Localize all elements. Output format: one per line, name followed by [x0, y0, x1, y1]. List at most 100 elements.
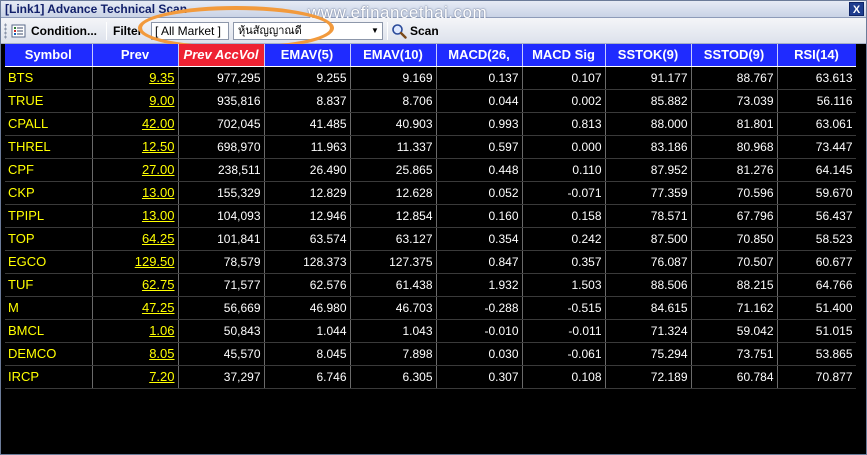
- sstod-cell: 88.215: [691, 273, 778, 297]
- prev-price-link[interactable]: 27.00: [92, 158, 179, 182]
- table-row[interactable]: CPF 27.00 238,511 26.490 25.865 0.448 0.110 87.…: [5, 158, 857, 182]
- prev-price-link[interactable]: 1.06: [92, 319, 179, 343]
- emav5-cell: 41.485: [264, 112, 351, 136]
- toolbar-separator: [387, 22, 388, 40]
- toolbar-separator: [106, 22, 107, 40]
- column-header-prev[interactable]: Prev: [92, 44, 179, 67]
- sstok-cell: 88.506: [605, 273, 692, 297]
- sstok-cell: 72.189: [605, 365, 692, 389]
- emav10-cell: 8.706: [350, 89, 437, 113]
- rsi-cell: 63.613: [777, 66, 857, 90]
- symbol-cell: CKP: [5, 181, 93, 205]
- sstok-cell: 71.324: [605, 319, 692, 343]
- accvol-cell: 698,970: [178, 135, 265, 159]
- sstok-cell: 75.294: [605, 342, 692, 366]
- table-row[interactable]: TUF 62.75 71,577 62.576 61.438 1.932 1.503 88.5…: [5, 273, 857, 297]
- prev-price-link[interactable]: 7.20: [92, 365, 179, 389]
- prev-price-link[interactable]: 47.25: [92, 296, 179, 320]
- prev-price-link[interactable]: 129.50: [92, 250, 179, 274]
- table-row[interactable]: IRCP 7.20 37,297 6.746 6.305 0.307 0.108 72.189…: [5, 365, 857, 389]
- condition-label: Condition...: [31, 23, 97, 38]
- column-header-symbol[interactable]: Symbol: [5, 44, 93, 67]
- rsi-cell: 56.116: [777, 89, 857, 113]
- chevron-down-icon[interactable]: ▼: [369, 24, 381, 38]
- table-row[interactable]: CKP 13.00 155,329 12.829 12.628 0.052 -0.071 77…: [5, 181, 857, 205]
- table-row[interactable]: DEMCO 8.05 45,570 8.045 7.898 0.030 -0.061 75.2…: [5, 342, 857, 366]
- rsi-cell: 64.145: [777, 158, 857, 182]
- column-header-sstok[interactable]: SSTOK(9): [605, 44, 692, 67]
- column-header-emav5[interactable]: EMAV(5): [264, 44, 351, 67]
- condition-button[interactable]: Condition...: [11, 21, 97, 40]
- symbol-cell: CPF: [5, 158, 93, 182]
- sstok-cell: 87.500: [605, 227, 692, 251]
- accvol-cell: 45,570: [178, 342, 265, 366]
- table-row[interactable]: BTS 9.35 977,295 9.255 9.169 0.137 0.107 91.177…: [5, 66, 857, 90]
- emav10-cell: 12.628: [350, 181, 437, 205]
- symbol-cell: THREL: [5, 135, 93, 159]
- toolbar: Condition... Filter [ All Market ] หุ้นส…: [1, 18, 866, 44]
- toolbar-grip[interactable]: [4, 23, 7, 39]
- emav5-cell: 128.373: [264, 250, 351, 274]
- sstok-cell: 84.615: [605, 296, 692, 320]
- sstok-cell: 87.952: [605, 158, 692, 182]
- prev-price-link[interactable]: 42.00: [92, 112, 179, 136]
- scan-button[interactable]: Scan: [391, 21, 439, 41]
- macd-sig-cell: 0.107: [522, 66, 606, 90]
- table-row[interactable]: THREL 12.50 698,970 11.963 11.337 0.597 0.000 8…: [5, 135, 857, 159]
- conditions-list-icon: [11, 24, 26, 37]
- rsi-cell: 64.766: [777, 273, 857, 297]
- accvol-cell: 155,329: [178, 181, 265, 205]
- close-button[interactable]: X: [849, 2, 864, 16]
- emav5-cell: 12.946: [264, 204, 351, 228]
- accvol-cell: 50,843: [178, 319, 265, 343]
- prev-price-link[interactable]: 9.35: [92, 66, 179, 90]
- emav5-cell: 1.044: [264, 319, 351, 343]
- column-header-sstod[interactable]: SSTOD(9): [691, 44, 778, 67]
- emav5-cell: 6.746: [264, 365, 351, 389]
- prev-price-link[interactable]: 8.05: [92, 342, 179, 366]
- column-header-prev-accvol[interactable]: Prev AccVol: [178, 44, 265, 67]
- emav5-cell: 63.574: [264, 227, 351, 251]
- emav10-cell: 127.375: [350, 250, 437, 274]
- prev-price-link[interactable]: 64.25: [92, 227, 179, 251]
- symbol-cell: CPALL: [5, 112, 93, 136]
- column-header-macd[interactable]: MACD(26,: [436, 44, 523, 67]
- macd-sig-cell: 0.242: [522, 227, 606, 251]
- emav10-cell: 25.865: [350, 158, 437, 182]
- table-row[interactable]: TRUE 9.00 935,816 8.837 8.706 0.044 0.002 85.88…: [5, 89, 857, 113]
- emav10-cell: 63.127: [350, 227, 437, 251]
- prev-price-link[interactable]: 12.50: [92, 135, 179, 159]
- macd-cell: 0.052: [436, 181, 523, 205]
- table-row[interactable]: BMCL 1.06 50,843 1.044 1.043 -0.010 -0.011 71.3…: [5, 319, 857, 343]
- sstok-cell: 83.186: [605, 135, 692, 159]
- prev-price-link[interactable]: 13.00: [92, 181, 179, 205]
- column-header-emav10[interactable]: EMAV(10): [350, 44, 437, 67]
- prev-price-link[interactable]: 62.75: [92, 273, 179, 297]
- table-row[interactable]: TPIPL 13.00 104,093 12.946 12.854 0.160 0.158 7…: [5, 204, 857, 228]
- macd-cell: 0.044: [436, 89, 523, 113]
- emav10-cell: 46.703: [350, 296, 437, 320]
- sstok-cell: 88.000: [605, 112, 692, 136]
- table-row[interactable]: EGCO 129.50 78,579 128.373 127.375 0.847 0.357…: [5, 250, 857, 274]
- sstok-cell: 77.359: [605, 181, 692, 205]
- title-bar[interactable]: [Link1] Advance Technical Scan www.efina…: [1, 1, 866, 22]
- prev-price-link[interactable]: 13.00: [92, 204, 179, 228]
- table-row[interactable]: TOP 64.25 101,841 63.574 63.127 0.354 0.242 87.…: [5, 227, 857, 251]
- column-header-rsi[interactable]: RSI(14): [777, 44, 857, 67]
- rsi-cell: 53.865: [777, 342, 857, 366]
- sstok-cell: 76.087: [605, 250, 692, 274]
- macd-sig-cell: -0.011: [522, 319, 606, 343]
- rsi-cell: 59.670: [777, 181, 857, 205]
- prev-price-link[interactable]: 9.00: [92, 89, 179, 113]
- emav10-cell: 1.043: [350, 319, 437, 343]
- emav10-cell: 12.854: [350, 204, 437, 228]
- macd-cell: 0.160: [436, 204, 523, 228]
- vertical-scroll-area: [856, 44, 865, 453]
- table-row[interactable]: M 47.25 56,669 46.980 46.703 -0.288 -0.515 84.6…: [5, 296, 857, 320]
- emav10-cell: 7.898: [350, 342, 437, 366]
- macd-sig-cell: 1.503: [522, 273, 606, 297]
- accvol-cell: 977,295: [178, 66, 265, 90]
- table-row[interactable]: CPALL 42.00 702,045 41.485 40.903 0.993 0.813 8…: [5, 112, 857, 136]
- accvol-cell: 702,045: [178, 112, 265, 136]
- column-header-macd-sig[interactable]: MACD Sig: [522, 44, 606, 67]
